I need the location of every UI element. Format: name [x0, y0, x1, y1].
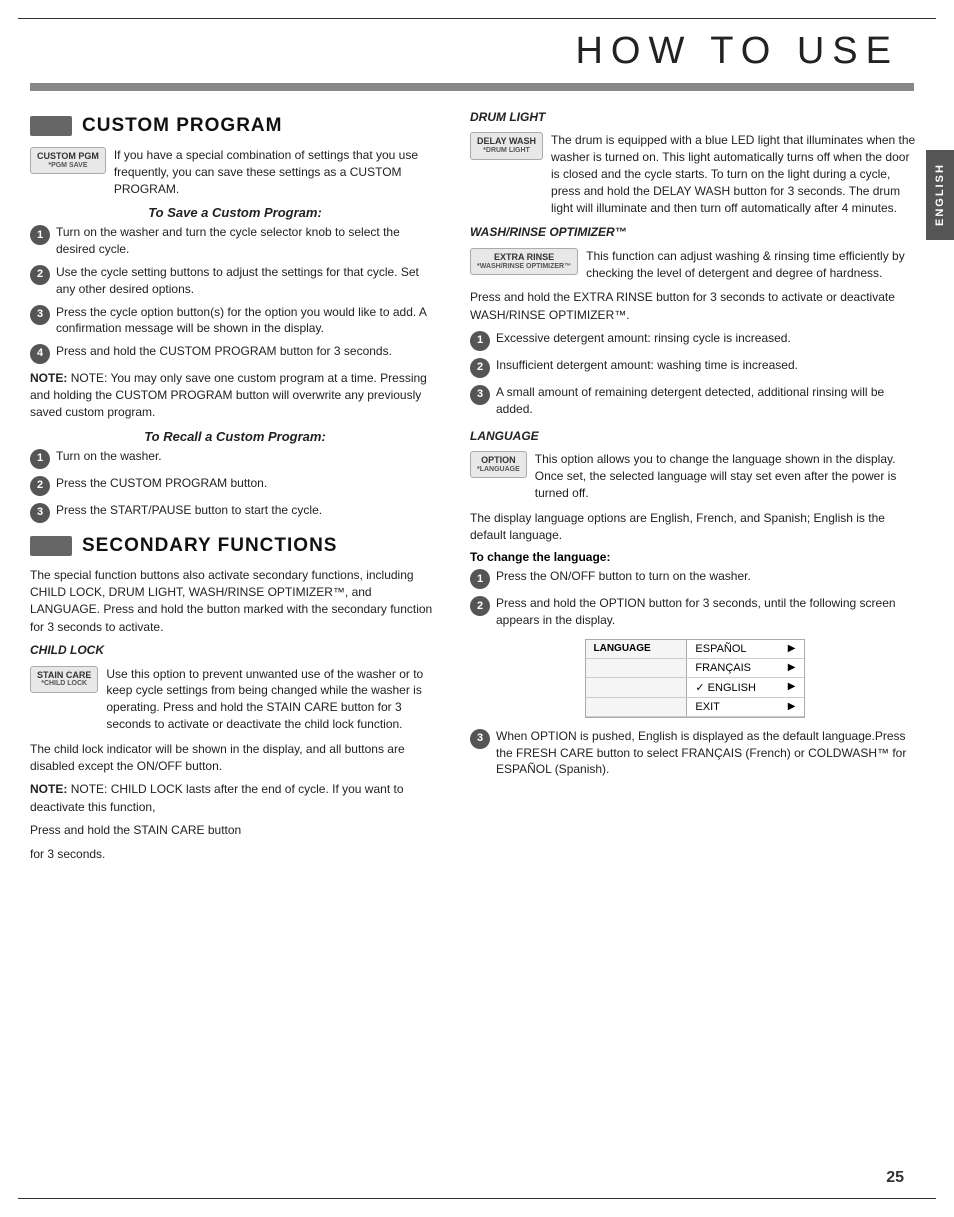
extra-rinse-button: EXTRA RINSE *WASH/RINSE OPTIMIZER™ [470, 248, 578, 275]
wash-rinse-step-1: 1 Excessive detergent amount: rinsing cy… [470, 330, 919, 351]
wash-rinse-heading: WASH/RINSE OPTIMIZER™ [470, 224, 919, 241]
custom-program-header: CUSTOM PROGRAM [30, 115, 440, 137]
secondary-functions-header: SECONDARY FUNCTIONS [30, 535, 440, 557]
section-bar [30, 116, 72, 136]
save-step-2: 2 Use the cycle setting buttons to adjus… [30, 264, 440, 298]
save-step-4: 4 Press and hold the CUSTOM PROGRAM butt… [30, 343, 440, 364]
content-area: CUSTOM PROGRAM CUSTOM PGM *PGM SAVE If y… [0, 109, 954, 869]
recall-heading: To Recall a Custom Program: [30, 429, 440, 444]
child-lock-note3: for 3 seconds. [30, 846, 440, 863]
delay-wash-button: DELAY WASH *DRUM LIGHT [470, 132, 543, 159]
child-lock-note2: Press and hold the STAIN CARE button [30, 822, 440, 839]
recall-step-3: 3 Press the START/PAUSE button to start … [30, 502, 440, 523]
left-column: CUSTOM PROGRAM CUSTOM PGM *PGM SAVE If y… [30, 109, 460, 869]
recall-step-2: 2 Press the CUSTOM PROGRAM button. [30, 475, 440, 496]
drum-light-text: The drum is equipped with a blue LED lig… [551, 132, 919, 216]
lang-option-español: LANGUAGE ESPAÑOL ▶ [586, 640, 804, 659]
wash-rinse-step-3: 3 A small amount of remaining detergent … [470, 384, 919, 418]
drum-light-row: DELAY WASH *DRUM LIGHT The drum is equip… [470, 132, 919, 216]
custom-program-intro-text: If you have a special combination of set… [114, 147, 440, 197]
wash-rinse-row: EXTRA RINSE *WASH/RINSE OPTIMIZER™ This … [470, 248, 919, 282]
save-step-1: 1 Turn on the washer and turn the cycle … [30, 224, 440, 258]
lang-step-1: 1 Press the ON/OFF button to turn on the… [470, 568, 919, 589]
child-lock-note: NOTE: NOTE: CHILD LOCK lasts after the e… [30, 781, 440, 816]
option-button: OPTION *LANGUAGE [470, 451, 527, 478]
lang-step-2: 2 Press and hold the OPTION button for 3… [470, 595, 919, 629]
english-tab: ENGLISH [926, 150, 954, 240]
language-row: OPTION *LANGUAGE This option allows you … [470, 451, 919, 501]
custom-program-title: CUSTOM PROGRAM [82, 115, 282, 137]
child-lock-text1: Use this option to prevent unwanted use … [106, 666, 440, 733]
page-title: HOW TO USE [0, 0, 954, 83]
lang-option-english: ✓ ENGLISH ▶ [586, 677, 804, 697]
secondary-functions-title: SECONDARY FUNCTIONS [82, 535, 337, 557]
recall-step-1: 1 Turn on the washer. [30, 448, 440, 469]
section-bar-2 [30, 536, 72, 556]
page-border-bottom [18, 1198, 936, 1199]
change-language-heading: To change the language: [470, 550, 919, 564]
language-text1: This option allows you to change the lan… [535, 451, 919, 501]
lang-option-francais: FRANÇAIS ▶ [586, 658, 804, 677]
wash-rinse-step-2: 2 Insufficient detergent amount: washing… [470, 357, 919, 378]
lang-label: LANGUAGE [586, 640, 687, 659]
language-text2: The display language options are English… [470, 510, 919, 545]
custom-program-intro-row: CUSTOM PGM *PGM SAVE If you have a speci… [30, 147, 440, 197]
language-heading: LANGUAGE [470, 428, 919, 445]
page-number: 25 [886, 1169, 904, 1187]
title-divider [30, 83, 914, 91]
child-lock-row: STAIN CARE *CHILD LOCK Use this option t… [30, 666, 440, 733]
stain-care-button: STAIN CARE *CHILD LOCK [30, 666, 98, 693]
right-column: DRUM LIGHT DELAY WASH *DRUM LIGHT The dr… [460, 109, 919, 869]
page-border-top [18, 18, 936, 19]
lang-step-3: 3 When OPTION is pushed, English is disp… [470, 728, 919, 778]
save-step-3: 3 Press the cycle option button(s) for t… [30, 304, 440, 338]
language-table: LANGUAGE ESPAÑOL ▶ FRANÇAIS ▶ ✓ ENGLISH … [585, 639, 805, 718]
lang-option-exit: EXIT ▶ [586, 697, 804, 716]
child-lock-text2: The child lock indicator will be shown i… [30, 741, 440, 776]
wash-rinse-text2: Press and hold the EXTRA RINSE button fo… [470, 289, 919, 324]
custom-pgm-button: CUSTOM PGM *PGM SAVE [30, 147, 106, 174]
wash-rinse-text: This function can adjust washing & rinsi… [586, 248, 919, 282]
save-heading: To Save a Custom Program: [30, 205, 440, 220]
drum-light-heading: DRUM LIGHT [470, 109, 919, 126]
child-lock-heading: CHILD LOCK [30, 642, 440, 659]
secondary-intro: The special function buttons also activa… [30, 567, 440, 637]
custom-program-note: NOTE: NOTE: You may only save one custom… [30, 370, 440, 420]
